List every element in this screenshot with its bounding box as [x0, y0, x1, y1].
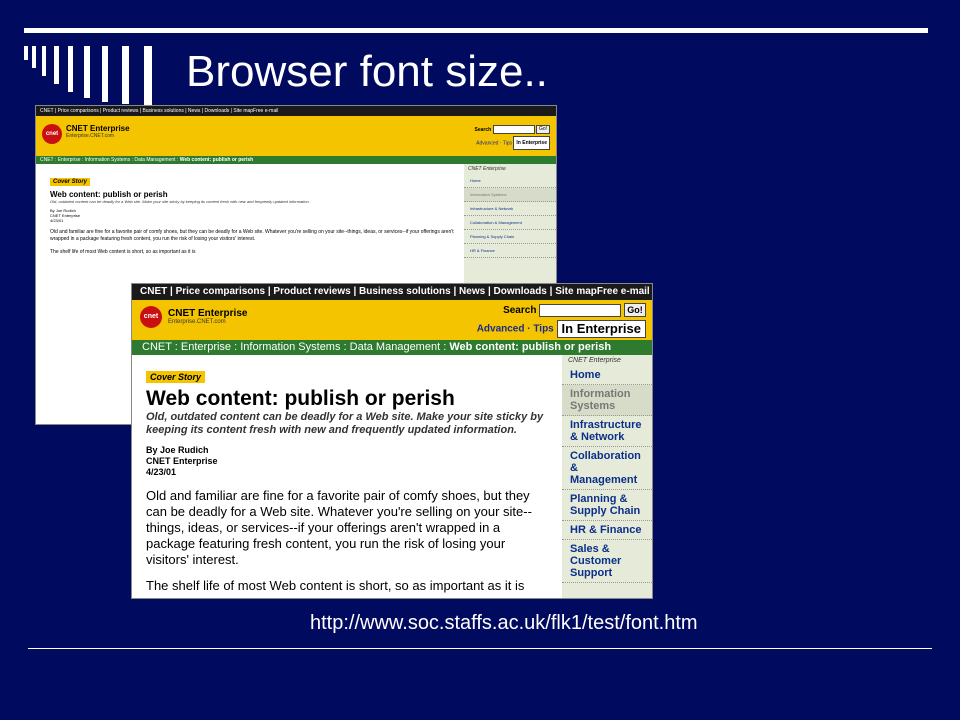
article-main: Cover Story Web content: publish or peri…: [146, 367, 546, 594]
sidebar-header: CNET Enterprise: [468, 166, 506, 172]
cnet-logo-icon: cnet: [42, 124, 62, 144]
byline-pub: CNET Enterprise: [146, 456, 218, 466]
sidebar-item-collaboration[interactable]: Collaboration & Management: [562, 447, 652, 490]
decorative-bars-icon: [24, 46, 164, 106]
cnet-top-nav: CNET | Price comparisons | Product revie…: [36, 106, 556, 116]
cnet-top-nav: CNET | Price comparisons | Product revie…: [132, 284, 652, 300]
sidebar-item-hr-finance[interactable]: HR & Finance: [562, 521, 652, 540]
brand-sub: Enterprise.CNET.com: [66, 133, 115, 139]
sidebar-item-information-systems[interactable]: Information Systems: [562, 385, 652, 416]
brand-name: CNET Enterprise: [66, 124, 130, 133]
cnet-header: cnet CNET Enterprise Enterprise.CNET.com…: [132, 300, 652, 340]
sidebar-item-hr-finance[interactable]: HR & Finance: [464, 244, 556, 258]
advanced-tips-link[interactable]: Advanced · Tips: [477, 324, 554, 335]
sidebar-item-infrastructure[interactable]: Infrastructure & Network: [562, 416, 652, 447]
cnet-logo-icon: cnet: [140, 306, 162, 328]
byline: By Joe Rudich CNET Enterprise 4/23/01: [146, 445, 546, 478]
search-label: Search: [503, 305, 537, 316]
brand-name: CNET Enterprise: [168, 308, 248, 319]
cover-story-label: Cover Story: [146, 371, 206, 383]
search-scope-select[interactable]: In Enterprise: [556, 320, 646, 338]
byline-date: 4/23/01: [146, 467, 177, 477]
search-scope-select[interactable]: In Enterprise: [513, 136, 550, 150]
cover-story-label: Cover Story: [50, 178, 91, 186]
search-area: Search Go! Advanced · Tips In Enterprise: [477, 302, 646, 339]
sidebar-item-home[interactable]: Home: [562, 366, 652, 385]
article-headline: Web content: publish or perish: [146, 387, 455, 410]
byline-author: By Joe Rudich: [146, 445, 209, 455]
breadcrumb: CNET : Enterprise : Information Systems …: [132, 340, 652, 355]
article-main: Cover Story Web content: publish or peri…: [50, 170, 454, 256]
section-sidebar: CNET Enterprise Home Information Systems…: [562, 355, 652, 598]
byline: By Joe Rudich CNET Enterprise 4/23/01: [50, 208, 454, 223]
search-label: Search: [474, 127, 492, 133]
go-button[interactable]: Go!: [624, 303, 646, 318]
cnet-brand: CNET Enterprise Enterprise.CNET.com: [66, 124, 130, 139]
title-rule: [24, 28, 928, 33]
search-input[interactable]: [539, 303, 622, 317]
slide: Browser font size.. CNET | Price compari…: [0, 0, 960, 720]
screenshot-large-font: CNET | Price comparisons | Product revie…: [132, 284, 652, 598]
breadcrumb-path: CNET : Enterprise : Information Systems …: [142, 341, 450, 353]
sidebar-item-home[interactable]: Home: [464, 174, 556, 188]
byline-date: 4/23/01: [50, 218, 64, 223]
brand-sub: Enterprise.CNET.com: [168, 319, 226, 325]
article-headline: Web content: publish or perish: [50, 190, 168, 199]
sidebar-item-planning[interactable]: Planning & Supply Chain: [464, 230, 556, 244]
cnet-header: cnet CNET Enterprise Enterprise.CNET.com…: [36, 116, 556, 156]
breadcrumb-current: Web content: publish or perish: [449, 341, 612, 353]
article-paragraph: Old and familiar are fine for a favorite…: [50, 229, 454, 242]
article-dek: Old, outdated content can be deadly for …: [50, 199, 310, 204]
slide-title: Browser font size..: [186, 47, 548, 96]
breadcrumb-path: CNET : Enterprise : Information Systems …: [40, 157, 180, 163]
search-area: Search Go! Advanced · Tips In Enterprise: [475, 124, 550, 150]
sidebar-item-collaboration[interactable]: Collaboration & Management: [464, 216, 556, 230]
go-button[interactable]: Go!: [536, 125, 550, 135]
article-paragraph: The shelf life of most Web content is sh…: [146, 578, 525, 593]
article-paragraph: The shelf life of most Web content is sh…: [50, 249, 196, 255]
breadcrumb: CNET : Enterprise : Information Systems …: [36, 156, 556, 164]
article-paragraph: Old and familiar are fine for a favorite…: [146, 488, 532, 567]
sidebar-item-sales[interactable]: Sales & Customer Support: [562, 540, 652, 583]
cnet-brand: CNET Enterprise Enterprise.CNET.com: [168, 308, 247, 325]
advanced-tips-link[interactable]: Advanced · Tips: [476, 140, 512, 146]
sidebar-item-planning[interactable]: Planning & Supply Chain: [562, 490, 652, 521]
source-url: http://www.soc.staffs.ac.uk/flk1/test/fo…: [310, 612, 698, 634]
sidebar-item-infrastructure[interactable]: Infrastructure & Network: [464, 202, 556, 216]
breadcrumb-current: Web content: publish or perish: [179, 157, 254, 163]
search-input[interactable]: [492, 125, 535, 135]
footer-rule: [28, 648, 932, 649]
article-dek: Old, outdated content can be deadly for …: [146, 411, 544, 436]
sidebar-item-information-systems[interactable]: Information Systems: [464, 188, 556, 202]
sidebar-header: CNET Enterprise: [568, 357, 621, 364]
